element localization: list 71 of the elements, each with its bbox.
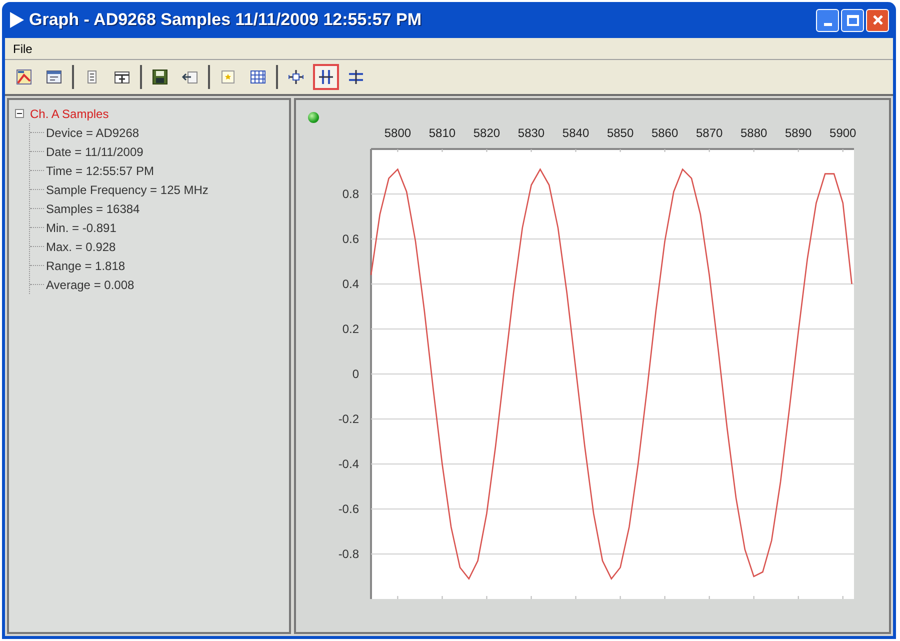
tick-mark: [798, 596, 799, 600]
tree-item[interactable]: Samples = 16384: [46, 200, 140, 218]
x-tick-label: 5870: [696, 126, 723, 140]
tick-mark: [842, 148, 844, 152]
tree-item[interactable]: Date = 11/11/2009: [46, 142, 144, 160]
minimize-button[interactable]: [816, 8, 839, 32]
tree-item[interactable]: Average = 0.008: [46, 276, 134, 294]
y-tick-label: 0.8: [342, 187, 359, 201]
tree-item[interactable]: Min. = -0.891: [46, 218, 116, 236]
tree-item[interactable]: Max. = 0.928: [46, 238, 116, 256]
marker-icon: [219, 68, 237, 86]
save-icon: [151, 68, 169, 86]
x-tick-label: 5810: [428, 126, 456, 140]
x-tick-label: 5830: [518, 126, 545, 140]
toolbar-button[interactable]: [313, 64, 339, 90]
grid-icon: [249, 68, 267, 86]
tick-mark: [798, 148, 799, 152]
tick-mark: [842, 596, 844, 600]
tick-mark: [530, 148, 532, 152]
tick-mark: [620, 148, 621, 152]
y-tick-label: 0.6: [342, 232, 359, 246]
close-button[interactable]: [866, 8, 889, 32]
tick-mark: [708, 596, 710, 600]
tick-mark: [708, 148, 710, 152]
tick-mark: [753, 148, 754, 152]
tick-mark: [442, 596, 443, 600]
zoom-fit-icon: [287, 68, 305, 86]
tick-mark: [664, 596, 666, 600]
x-tick-label: 5800: [384, 126, 412, 140]
window-title: Graph - AD9268 Samples 11/11/2009 12:55:57 PM: [29, 9, 422, 32]
maximize-button[interactable]: [841, 8, 864, 32]
x-tick-label: 5880: [740, 126, 768, 140]
y-tick-label: -0.2: [338, 412, 359, 426]
tick-mark: [486, 596, 488, 600]
x-tick-label: 5900: [830, 126, 856, 140]
x-tick-label: 5850: [606, 126, 634, 140]
play-icon: [9, 11, 25, 29]
y-tick-label: -0.4: [338, 457, 359, 471]
tree-node[interactable]: Ch. A Samples: [30, 104, 109, 122]
y-tick-label: 0: [352, 367, 359, 381]
window-icon: [45, 68, 63, 86]
tree-item[interactable]: Device = AD9268: [46, 124, 140, 142]
y-tick-label: 0.2: [342, 322, 359, 336]
tick-mark: [442, 148, 443, 152]
close-icon: [872, 14, 884, 26]
tick-mark: [664, 148, 666, 152]
tick-mark: [753, 596, 754, 600]
x-tick-label: 5840: [562, 126, 590, 140]
y-tick-label: -0.6: [338, 502, 359, 516]
zoom-vertical-icon: [347, 68, 365, 86]
x-tick-label: 5820: [473, 126, 500, 140]
minus-icon: [17, 111, 22, 116]
menu-item[interactable]: File: [9, 40, 36, 58]
y-tick-label: -0.8: [338, 547, 359, 561]
tree-item[interactable]: Sample Frequency = 125 MHz: [46, 180, 208, 198]
y-tick-label: 0.4: [342, 277, 359, 291]
status-indicator-icon: [308, 112, 319, 123]
tree-item[interactable]: Time = 12:55:57 PM: [46, 162, 154, 180]
chart-icon: [15, 68, 33, 86]
tick-mark: [530, 596, 532, 600]
tick-mark: [575, 596, 576, 600]
tick-mark: [486, 148, 488, 152]
x-tick-label: 5860: [651, 126, 678, 140]
tick-mark: [620, 596, 621, 600]
tree-item[interactable]: Range = 1.818: [46, 256, 126, 274]
zoom-horizontal-icon: [317, 68, 335, 86]
x-tick-label: 5890: [785, 126, 812, 140]
tick-mark: [397, 596, 398, 600]
collapse-toggle[interactable]: [15, 109, 24, 118]
tick-mark: [575, 148, 576, 152]
tick-mark: [397, 148, 398, 152]
